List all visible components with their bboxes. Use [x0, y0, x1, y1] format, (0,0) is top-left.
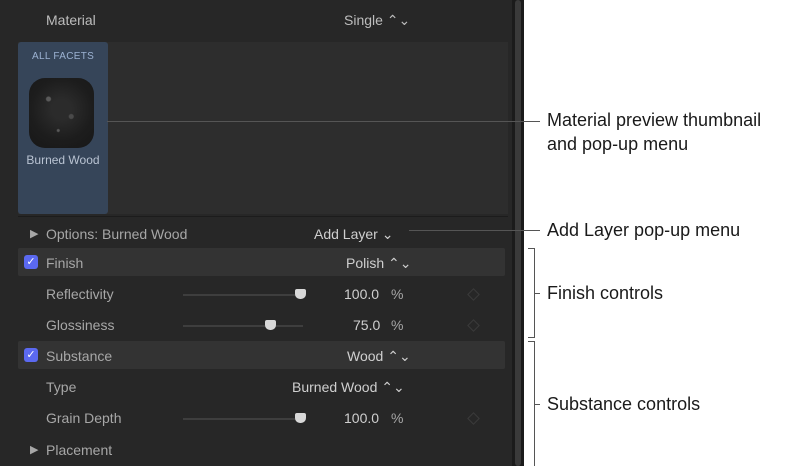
inspector-panel: Material Single ⌃⌄ ALL FACETS Burned Woo…: [0, 0, 512, 466]
substance-row: Substance Wood ⌃⌄: [0, 341, 512, 371]
scrollbar-thumb[interactable]: [515, 0, 521, 466]
thumbnail-annotation-line1: Material preview thumbnail: [547, 110, 762, 130]
reflectivity-unit: %: [391, 286, 404, 302]
substance-label: Substance: [46, 348, 113, 364]
glossiness-value[interactable]: 75.0: [353, 317, 380, 333]
placement-label: Placement: [46, 442, 113, 458]
grain-depth-value[interactable]: 100.0: [344, 410, 379, 426]
material-name: Burned Wood: [26, 153, 100, 167]
material-mode-popup[interactable]: Single ⌃⌄: [344, 12, 410, 29]
substance-bracket-top: [528, 341, 535, 342]
reflectivity-value[interactable]: 100.0: [344, 286, 379, 302]
grain-depth-slider-knob[interactable]: [295, 413, 306, 423]
finish-annotation: Finish controls: [547, 283, 664, 303]
scrollbar[interactable]: [512, 0, 524, 466]
placement-row[interactable]: ▶ Placement: [0, 435, 512, 465]
substance-bracket-tick: [534, 404, 540, 405]
options-row[interactable]: ▶ Options: Burned Wood Add Layer ⌄: [0, 219, 512, 249]
material-label: Material: [46, 12, 96, 28]
material-preview-thumbnail[interactable]: ALL FACETS Burned Wood: [18, 42, 108, 214]
all-facets-tag: ALL FACETS: [32, 51, 95, 62]
type-popup[interactable]: Burned Wood ⌃⌄: [292, 379, 405, 396]
finish-bracket-top: [528, 248, 535, 249]
finish-row: Finish Polish ⌃⌄: [0, 248, 512, 278]
disclosure-triangle-icon[interactable]: ▶: [30, 443, 38, 456]
finish-label: Finish: [46, 255, 84, 271]
add-layer-callout-line: [409, 230, 540, 231]
type-label: Type: [46, 379, 77, 395]
thumbnail-annotation-line2: and pop-up menu: [547, 134, 689, 154]
glossiness-slider[interactable]: [183, 325, 303, 327]
reflectivity-slider-knob[interactable]: [295, 289, 306, 299]
type-row: Type Burned Wood ⌃⌄: [0, 372, 512, 402]
grain-depth-unit: %: [391, 410, 404, 426]
finish-bracket-bottom: [528, 337, 535, 338]
glossiness-label: Glossiness: [46, 317, 115, 333]
thumbnail-callout-line: [107, 121, 540, 122]
add-layer-popup[interactable]: Add Layer ⌄: [314, 226, 393, 243]
divider: [18, 216, 508, 217]
glossiness-slider-knob[interactable]: [265, 320, 276, 330]
finish-bracket-tick: [534, 293, 540, 294]
thumbnail-annotation: Material preview thumbnail and pop-up me…: [547, 108, 761, 156]
disclosure-triangle-icon[interactable]: ▶: [30, 227, 38, 240]
finish-popup[interactable]: Polish ⌃⌄: [346, 255, 411, 272]
substance-popup[interactable]: Wood ⌃⌄: [347, 348, 411, 365]
reflectivity-label: Reflectivity: [46, 286, 114, 302]
glossiness-unit: %: [391, 317, 404, 333]
burned-wood-swatch-icon[interactable]: [29, 78, 94, 148]
reflectivity-slider[interactable]: [183, 294, 303, 296]
grain-depth-label: Grain Depth: [46, 410, 122, 426]
grain-depth-slider[interactable]: [183, 418, 303, 420]
options-label: Options: Burned Wood: [46, 226, 188, 242]
material-header-row: Material Single ⌃⌄: [0, 12, 512, 42]
substance-annotation: Substance controls: [547, 394, 701, 414]
add-layer-annotation: Add Layer pop-up menu: [547, 220, 741, 240]
